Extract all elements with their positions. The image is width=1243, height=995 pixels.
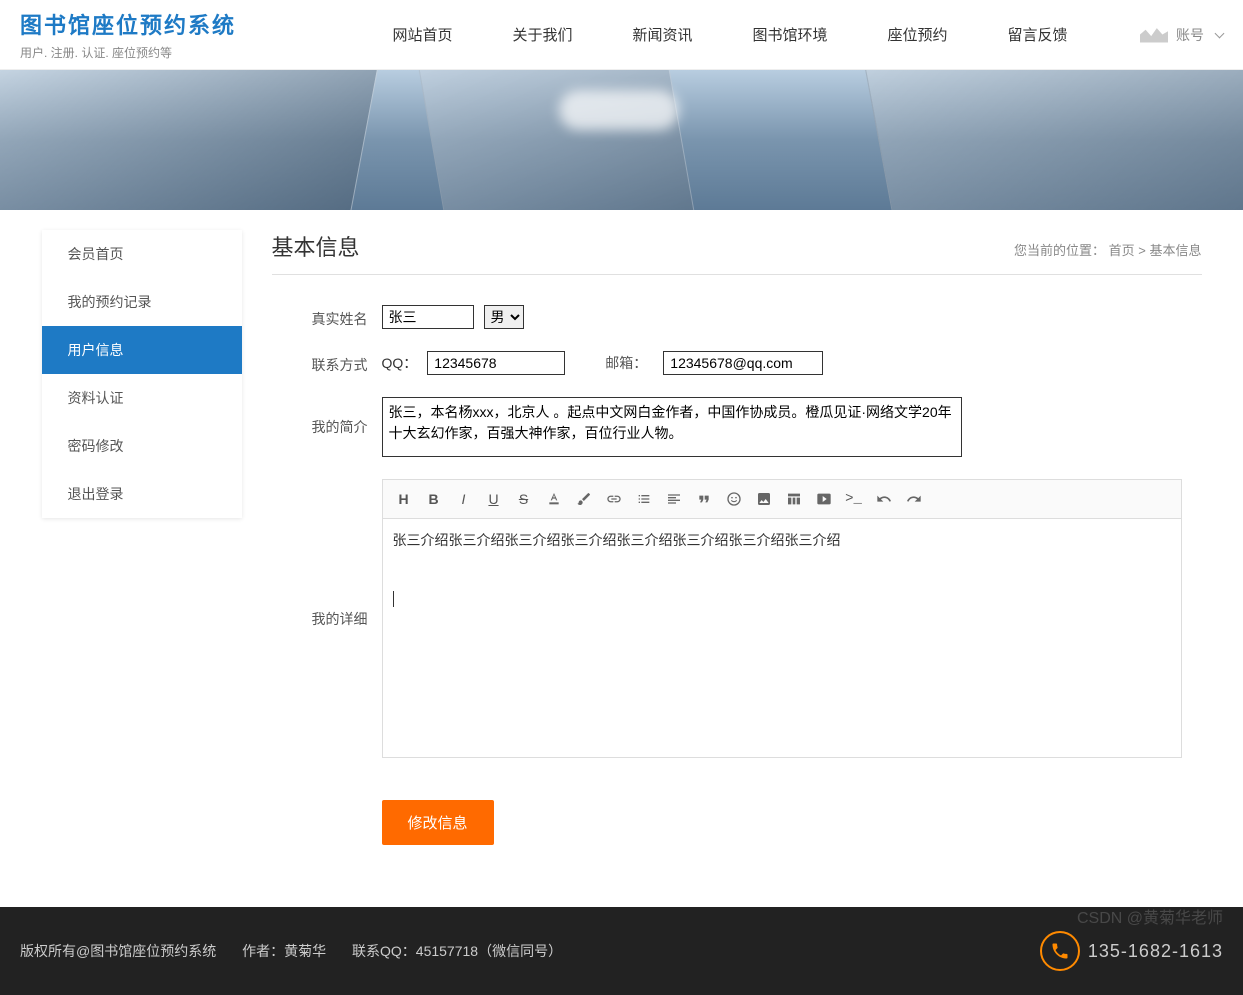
- breadcrumb-prefix: 您当前的位置：: [1014, 243, 1105, 258]
- bold-icon[interactable]: B: [421, 486, 447, 512]
- link-icon[interactable]: [601, 486, 627, 512]
- footer-contact-qq: 联系QQ：45157718（微信同号）: [352, 943, 562, 959]
- editor-toolbar: H B I U S: [382, 479, 1182, 518]
- video-icon[interactable]: [811, 486, 837, 512]
- nav-seat-reserve[interactable]: 座位预约: [888, 24, 948, 45]
- real-name-input[interactable]: [382, 305, 474, 329]
- breadcrumb-separator: >: [1138, 243, 1146, 258]
- quote-icon[interactable]: [691, 486, 717, 512]
- label-contact: 联系方式: [272, 351, 382, 375]
- breadcrumb-home-link[interactable]: 首页: [1109, 243, 1135, 258]
- submit-button[interactable]: 修改信息: [382, 800, 494, 845]
- gender-select[interactable]: 男 女: [484, 305, 524, 329]
- sidebar-item-user-info[interactable]: 用户信息: [42, 326, 242, 374]
- breadcrumb-current: 基本信息: [1149, 243, 1201, 258]
- emoji-icon[interactable]: [721, 486, 747, 512]
- nav-news[interactable]: 新闻资讯: [632, 24, 692, 45]
- rich-editor: H B I U S: [382, 479, 1182, 758]
- footer-phone: 135-1682-1613: [1088, 941, 1223, 962]
- logo-subtitle: 用户. 注册. 认证. 座位预约等: [20, 44, 320, 61]
- heading-icon[interactable]: H: [391, 486, 417, 512]
- underline-icon[interactable]: U: [481, 486, 507, 512]
- content: 会员首页 我的预约记录 用户信息 资料认证 密码修改 退出登录 基本信息 您当前…: [22, 210, 1222, 887]
- nav-about[interactable]: 关于我们: [512, 24, 572, 45]
- label-email: 邮箱：: [605, 353, 647, 373]
- logo-title: 图书馆座位预约系统: [20, 8, 320, 40]
- code-icon[interactable]: >_: [841, 486, 867, 512]
- page-title: 基本信息: [272, 230, 360, 262]
- main-panel: 基本信息 您当前的位置： 首页 > 基本信息 真实姓名 男 女 联系方式: [272, 230, 1202, 867]
- footer-right: 135-1682-1613: [1040, 931, 1223, 971]
- ordered-list-icon[interactable]: [631, 486, 657, 512]
- nav-library-env[interactable]: 图书馆环境: [753, 24, 828, 45]
- top-nav: 网站首页 关于我们 新闻资讯 图书馆环境 座位预约 留言反馈: [320, 24, 1140, 45]
- account-label: 账号: [1176, 25, 1204, 45]
- label-qq: QQ：: [382, 353, 418, 373]
- footer-author: 作者：黄菊华: [242, 943, 326, 959]
- breadcrumb: 您当前的位置： 首页 > 基本信息: [1014, 240, 1202, 259]
- row-submit: 修改信息: [272, 780, 1202, 845]
- footer-copyright: 版权所有@图书馆座位预约系统: [20, 943, 216, 959]
- nav-feedback[interactable]: 留言反馈: [1008, 24, 1068, 45]
- row-contact: 联系方式 QQ： 邮箱：: [272, 351, 1202, 375]
- sidebar-item-logout[interactable]: 退出登录: [42, 470, 242, 518]
- header: 图书馆座位预约系统 用户. 注册. 认证. 座位预约等 网站首页 关于我们 新闻…: [0, 0, 1243, 70]
- editor-content-area[interactable]: 张三介绍张三介绍张三介绍张三介绍张三介绍张三介绍张三介绍张三介绍: [382, 518, 1182, 758]
- footer: 版权所有@图书馆座位预约系统 作者：黄菊华 联系QQ：45157718（微信同号…: [0, 907, 1243, 995]
- row-brief: 我的简介: [272, 397, 1202, 457]
- sidebar-item-change-password[interactable]: 密码修改: [42, 422, 242, 470]
- table-icon[interactable]: [781, 486, 807, 512]
- label-detail: 我的详细: [272, 479, 382, 629]
- sidebar-item-my-reservations[interactable]: 我的预约记录: [42, 278, 242, 326]
- editor-text: 张三介绍张三介绍张三介绍张三介绍张三介绍张三介绍张三介绍张三介绍: [393, 529, 1171, 551]
- brief-textarea[interactable]: [382, 397, 962, 457]
- banner-image: [0, 70, 1243, 210]
- text-cursor: [393, 591, 394, 607]
- main-header: 基本信息 您当前的位置： 首页 > 基本信息: [272, 230, 1202, 275]
- nav-home[interactable]: 网站首页: [392, 24, 452, 45]
- font-color-icon[interactable]: [541, 486, 567, 512]
- logo-area: 图书馆座位预约系统 用户. 注册. 认证. 座位预约等: [20, 8, 320, 61]
- redo-icon[interactable]: [901, 486, 927, 512]
- footer-left: 版权所有@图书馆座位预约系统 作者：黄菊华 联系QQ：45157718（微信同号…: [20, 941, 584, 961]
- strikethrough-icon[interactable]: S: [511, 486, 537, 512]
- account-dropdown[interactable]: 账号: [1140, 25, 1223, 45]
- align-icon[interactable]: [661, 486, 687, 512]
- image-icon[interactable]: [751, 486, 777, 512]
- globe-icon: [1140, 27, 1168, 43]
- undo-icon[interactable]: [871, 486, 897, 512]
- row-real-name: 真实姓名 男 女: [272, 305, 1202, 329]
- label-real-name: 真实姓名: [272, 305, 382, 329]
- phone-icon: [1040, 931, 1080, 971]
- sidebar: 会员首页 我的预约记录 用户信息 资料认证 密码修改 退出登录: [42, 230, 242, 518]
- email-input[interactable]: [663, 351, 823, 375]
- label-brief: 我的简介: [272, 397, 382, 437]
- row-detail: 我的详细 H B I U S: [272, 479, 1202, 758]
- sidebar-item-member-home[interactable]: 会员首页: [42, 230, 242, 278]
- italic-icon[interactable]: I: [451, 486, 477, 512]
- bg-color-icon[interactable]: [571, 486, 597, 512]
- sidebar-item-verification[interactable]: 资料认证: [42, 374, 242, 422]
- chevron-down-icon: [1215, 29, 1225, 39]
- qq-input[interactable]: [427, 351, 565, 375]
